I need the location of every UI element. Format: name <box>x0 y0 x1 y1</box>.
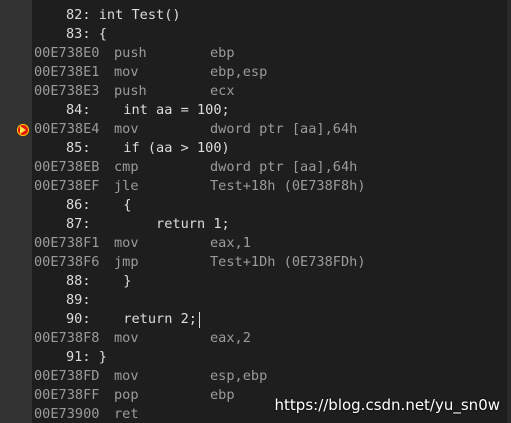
disassembly-lines: 82: int Test() 83: {00E738E0 push ebp 00E738… <box>0 6 507 423</box>
source-line-text: 85: if (aa > 100) <box>66 140 230 156</box>
source-line-text: 83: { <box>66 26 107 42</box>
watermark-text: https://blog.csdn.net/yu_sn0w <box>274 396 500 414</box>
instruction-address: 00E738E1 <box>34 64 100 80</box>
instruction-line[interactable]: 00E738EB cmp dword ptr [aa],64h <box>0 158 507 177</box>
source-line[interactable]: 91: } <box>0 348 507 367</box>
source-line[interactable]: 84: int aa = 100; <box>0 101 507 120</box>
source-line[interactable]: 87: return 1; <box>0 215 507 234</box>
instruction-mnemonic: push <box>114 45 147 61</box>
source-line[interactable]: 82: int Test() <box>0 6 507 25</box>
instruction-mnemonic: mov <box>114 64 139 80</box>
instruction-address: 00E73900 <box>34 406 100 422</box>
instruction-mnemonic: mov <box>114 235 139 251</box>
instruction-line[interactable]: 00E738E4 mov dword ptr [aa],64h <box>0 120 507 139</box>
instruction-mnemonic: mov <box>114 121 139 137</box>
instruction-operands: ebp <box>210 387 235 403</box>
source-line-text: 84: int aa = 100; <box>66 102 230 118</box>
source-line-text: 88: } <box>66 273 132 289</box>
instruction-mnemonic: jmp <box>114 254 139 270</box>
instruction-operands: eax,1 <box>210 235 251 251</box>
disassembly-window[interactable]: 82: int Test() 83: {00E738E0 push ebp 00E738… <box>0 0 511 423</box>
instruction-mnemonic: jle <box>114 178 139 194</box>
instruction-address: 00E738F8 <box>34 330 100 346</box>
instruction-line[interactable]: 00E738EF jle Test+18h (0E738F8h) <box>0 177 507 196</box>
source-line-text: 90: return 2; <box>66 311 197 327</box>
source-line-text: 91: } <box>66 349 107 365</box>
instruction-address: 00E738EB <box>34 159 100 175</box>
instruction-operands: esp,ebp <box>210 368 268 384</box>
instruction-address: 00E738E4 <box>34 121 100 137</box>
instruction-line[interactable]: 00E738FD mov esp,ebp <box>0 367 507 386</box>
instruction-operands: ebp <box>210 45 235 61</box>
source-line[interactable]: 88: } <box>0 272 507 291</box>
text-caret <box>199 312 200 328</box>
instruction-operands: eax,2 <box>210 330 251 346</box>
source-line[interactable]: 89: <box>0 291 507 310</box>
instruction-address: 00E738E3 <box>34 83 100 99</box>
instruction-address: 00E738F1 <box>34 235 100 251</box>
instruction-mnemonic: ret <box>114 406 139 422</box>
instruction-line[interactable]: 00E738F6 jmp Test+1Dh (0E738FDh) <box>0 253 507 272</box>
instruction-address: 00E738E0 <box>34 45 100 61</box>
instruction-line[interactable]: 00E738F1 mov eax,1 <box>0 234 507 253</box>
instruction-address: 00E738F6 <box>34 254 100 270</box>
instruction-mnemonic: mov <box>114 330 139 346</box>
source-line[interactable]: 83: { <box>0 25 507 44</box>
source-line-text: 86: { <box>66 197 132 213</box>
source-line-text: 82: int Test() <box>66 7 181 23</box>
instruction-operands: Test+1Dh (0E738FDh) <box>210 254 366 270</box>
instruction-line[interactable]: 00E738F8 mov eax,2 <box>0 329 507 348</box>
source-line-text: 87: return 1; <box>66 216 230 232</box>
instruction-line[interactable]: 00E738E3 push ecx <box>0 82 507 101</box>
instruction-mnemonic: push <box>114 83 147 99</box>
instruction-line[interactable]: 00E738E1 mov ebp,esp <box>0 63 507 82</box>
source-line[interactable]: 86: { <box>0 196 507 215</box>
instruction-operands: ebp,esp <box>210 64 268 80</box>
instruction-mnemonic: cmp <box>114 159 139 175</box>
instruction-address: 00E738FD <box>34 368 100 384</box>
instruction-mnemonic: pop <box>114 387 139 403</box>
instruction-address: 00E738EF <box>34 178 100 194</box>
source-line-text: 89: <box>66 292 91 308</box>
source-line[interactable]: 85: if (aa > 100) <box>0 139 507 158</box>
instruction-address: 00E738FF <box>34 387 100 403</box>
instruction-operands: dword ptr [aa],64h <box>210 121 358 137</box>
scrollbar[interactable] <box>507 0 511 423</box>
instruction-mnemonic: mov <box>114 368 139 384</box>
source-line[interactable]: 90: return 2; <box>0 310 507 329</box>
instruction-operands: Test+18h (0E738F8h) <box>210 178 366 194</box>
instruction-operands: ecx <box>210 83 235 99</box>
instruction-operands: dword ptr [aa],64h <box>210 159 358 175</box>
instruction-line[interactable]: 00E738E0 push ebp <box>0 44 507 63</box>
current-instruction-breakpoint-icon[interactable] <box>17 124 29 136</box>
